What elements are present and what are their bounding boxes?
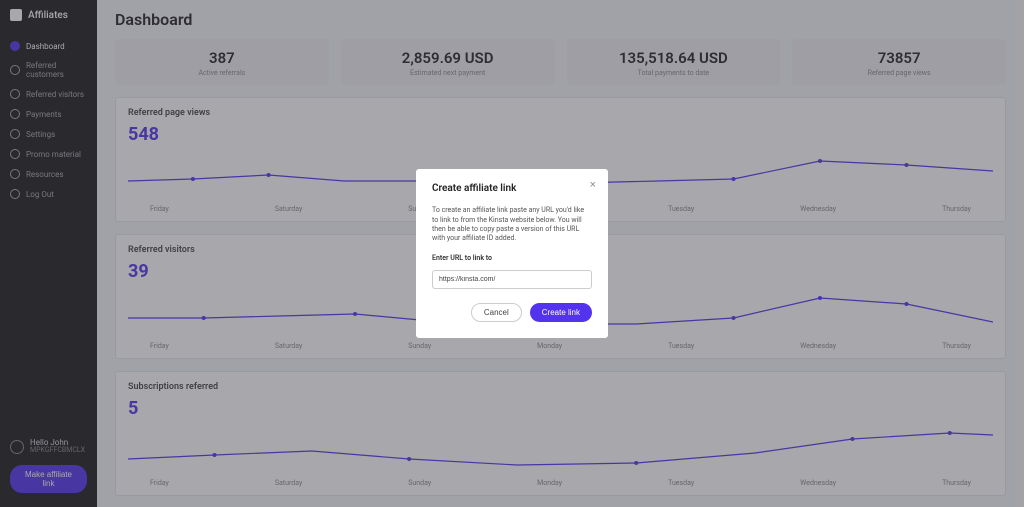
modal-actions: Cancel Create link	[432, 303, 592, 322]
url-input-label: Enter URL to link to	[432, 254, 592, 262]
url-input[interactable]	[432, 270, 592, 289]
create-link-button[interactable]: Create link	[530, 303, 592, 322]
modal-overlay[interactable]: Create affiliate link × To create an aff…	[0, 0, 1024, 507]
close-icon[interactable]: ×	[590, 179, 596, 191]
create-affiliate-link-modal: Create affiliate link × To create an aff…	[416, 169, 608, 338]
cancel-button[interactable]: Cancel	[471, 303, 522, 322]
modal-title: Create affiliate link	[432, 183, 592, 194]
modal-description: To create an affiliate link paste any UR…	[432, 206, 592, 244]
